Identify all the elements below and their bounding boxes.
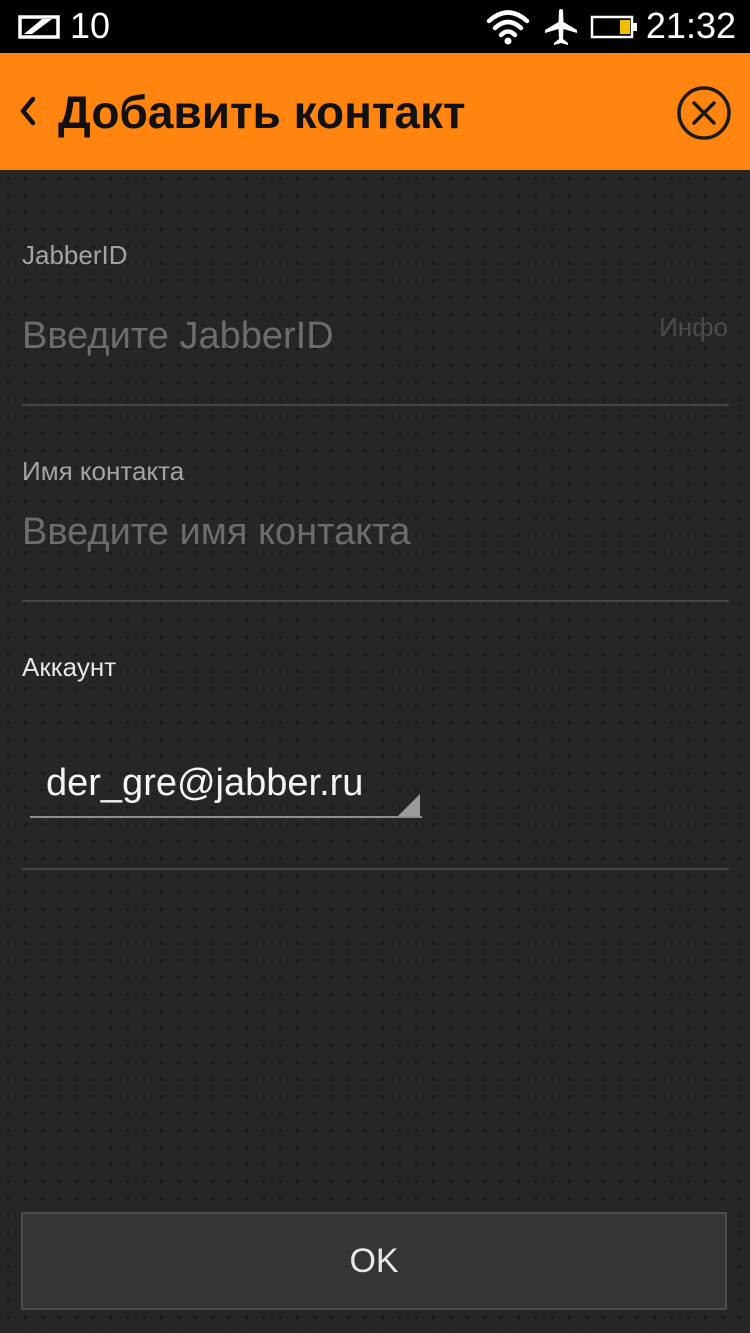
contact-name-label: Имя контакта	[22, 456, 185, 486]
account-select-underline	[30, 816, 422, 818]
clock: 21:32	[645, 5, 736, 46]
notification-icon	[18, 15, 60, 39]
info-hint: Инфо	[659, 312, 728, 342]
airplane-icon	[545, 9, 577, 45]
account-label: Аккаунт	[22, 652, 117, 682]
page-title: Добавить контакт	[58, 86, 466, 138]
contact-name-divider	[22, 600, 729, 602]
notification-count: 10	[70, 5, 111, 46]
dropdown-arrow-icon	[398, 794, 420, 816]
chevron-left-icon[interactable]	[18, 95, 38, 127]
jabberid-input[interactable]	[22, 306, 728, 366]
battery-icon	[590, 15, 637, 39]
jabberid-divider	[22, 404, 729, 406]
wifi-icon	[486, 10, 530, 45]
account-select[interactable]: der_gre@jabber.ru	[30, 756, 422, 818]
jabberid-label: JabberID	[22, 240, 128, 270]
contact-name-input[interactable]	[22, 502, 728, 562]
account-divider	[22, 868, 729, 870]
ok-button[interactable]: OK	[21, 1212, 727, 1310]
close-circle-icon[interactable]	[675, 84, 733, 142]
action-bar: Добавить контакт	[0, 53, 750, 170]
account-selected-value: der_gre@jabber.ru	[46, 762, 364, 804]
status-bar: 10 21:32	[0, 0, 750, 53]
